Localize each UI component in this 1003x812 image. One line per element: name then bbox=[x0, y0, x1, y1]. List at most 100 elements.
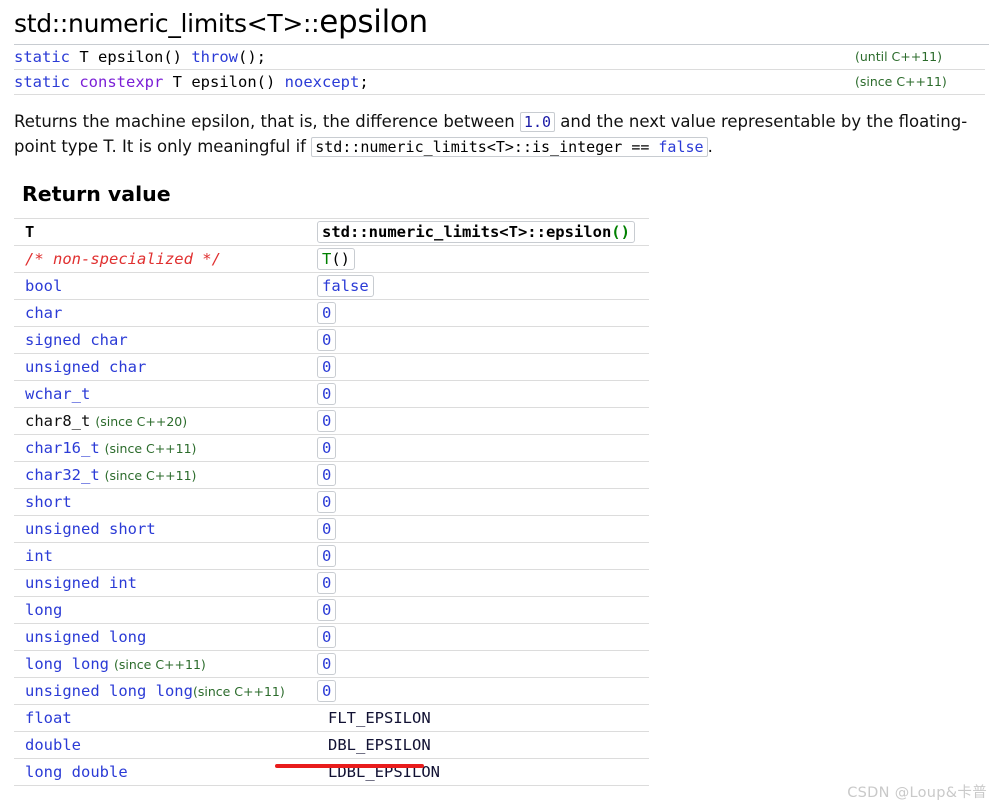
cell-type: unsigned int bbox=[14, 569, 317, 597]
table-row: long long (since C++11) 0 bbox=[14, 650, 649, 678]
type-name: signed char bbox=[25, 331, 128, 350]
declaration-row: static T epsilon() throw(); (until C++11… bbox=[14, 44, 985, 70]
table-row: float FLT_EPSILON bbox=[14, 704, 649, 732]
declaration-row: static constexpr T epsilon() noexcept; (… bbox=[14, 69, 985, 95]
cell-type: long bbox=[14, 596, 317, 624]
type-name: /* non-specialized */ bbox=[25, 250, 221, 269]
cell-value: T() bbox=[317, 245, 649, 273]
type-name: long bbox=[25, 601, 63, 620]
decl1-tok1 bbox=[70, 73, 79, 91]
cell-type: /* non-specialized */ bbox=[14, 245, 317, 273]
description-text-1: Returns the machine epsilon, that is, th… bbox=[14, 111, 520, 131]
return-value-table: T std::numeric_limits<T>::epsilon() /* n… bbox=[14, 218, 649, 786]
cell-type: long long (since C++11) bbox=[14, 650, 317, 678]
decl1-tok3: T epsilon bbox=[163, 72, 257, 91]
cell-value: 0 bbox=[317, 596, 649, 624]
type-name: char bbox=[25, 304, 63, 323]
type-since-annotation: (since C++20) bbox=[95, 414, 188, 430]
decl1-tok6: ; bbox=[359, 72, 369, 91]
table-row: wchar_t 0 bbox=[14, 380, 649, 408]
inline-code-one-point-zero: 1.0 bbox=[519, 111, 556, 132]
page-title-prefix: std::numeric_limits<T>:: bbox=[14, 9, 320, 38]
cell-value: false bbox=[317, 272, 649, 300]
type-name: char32_t bbox=[25, 466, 100, 485]
table-row: unsigned short 0 bbox=[14, 515, 649, 543]
cell-type: double bbox=[14, 731, 317, 759]
value-ctor-parens: () bbox=[331, 250, 351, 269]
declaration-version: (since C++11) bbox=[855, 69, 985, 95]
type-since-annotation: (since C++11) bbox=[114, 657, 206, 673]
value-code-box: false bbox=[317, 275, 374, 298]
cell-value: 0 bbox=[317, 515, 649, 543]
inline-code-equality-op: == bbox=[631, 138, 659, 157]
table-row: signed char 0 bbox=[14, 326, 649, 354]
table-row: /* non-specialized */ T() bbox=[14, 245, 649, 273]
type-name: int bbox=[25, 547, 53, 566]
watermark-label: CSDN @Loup&卡普 bbox=[847, 785, 987, 801]
cell-type: short bbox=[14, 488, 317, 516]
cell-value: 0 bbox=[317, 380, 649, 408]
type-name: long long bbox=[25, 655, 109, 674]
type-name: unsigned long long bbox=[25, 682, 193, 701]
type-since-annotation: (since C++11) bbox=[104, 468, 197, 484]
cell-value: 0 bbox=[317, 407, 649, 435]
declaration-spacer bbox=[385, 69, 855, 95]
table-header-row: T std::numeric_limits<T>::epsilon() bbox=[14, 218, 649, 246]
value-code-box: 0 bbox=[317, 410, 337, 433]
table-row: bool false bbox=[14, 272, 649, 300]
type-name: unsigned int bbox=[25, 574, 137, 593]
return-value-heading: Return value bbox=[22, 181, 171, 206]
cell-type: long double bbox=[14, 758, 317, 786]
type-name: unsigned short bbox=[25, 520, 156, 539]
table-row: long double LDBL_EPSILON bbox=[14, 758, 649, 786]
table-row: char 0 bbox=[14, 299, 649, 327]
value-code-box: 0 bbox=[317, 626, 337, 649]
header-cell-type: T bbox=[14, 218, 317, 246]
value-code-box: 0 bbox=[317, 653, 337, 676]
value-code-box: 0 bbox=[317, 464, 337, 487]
decl0-tok3: throw bbox=[191, 47, 238, 66]
decl0-tok1: T epsilon bbox=[70, 47, 164, 66]
cell-value: 0 bbox=[317, 353, 649, 381]
inline-code-false-literal: false bbox=[658, 138, 704, 157]
cell-type: wchar_t bbox=[14, 380, 317, 408]
type-name: wchar_t bbox=[25, 385, 91, 404]
cell-value: 0 bbox=[317, 677, 649, 705]
value-macro: DBL_EPSILON bbox=[328, 736, 431, 755]
decl1-tok2: constexpr bbox=[79, 72, 164, 91]
value-code-box: 0 bbox=[317, 572, 337, 595]
description-paragraph: Returns the machine epsilon, that is, th… bbox=[14, 109, 989, 160]
table-row: char16_t (since C++11) 0 bbox=[14, 434, 649, 462]
value-code-box: 0 bbox=[317, 437, 337, 460]
table-row: char8_t (since C++20) 0 bbox=[14, 407, 649, 435]
table-row: unsigned long 0 bbox=[14, 623, 649, 651]
table-row: double DBL_EPSILON bbox=[14, 731, 649, 759]
cell-value: 0 bbox=[317, 461, 649, 489]
type-name: unsigned long bbox=[25, 628, 147, 647]
value-code-box: 0 bbox=[317, 329, 337, 352]
type-name: bool bbox=[25, 277, 63, 296]
type-name: unsigned char bbox=[25, 358, 147, 377]
cell-type: float bbox=[14, 704, 317, 732]
value-code-box: 0 bbox=[317, 599, 337, 622]
value-code-box: 0 bbox=[317, 383, 337, 406]
type-since-annotation: (since C++11) bbox=[104, 441, 197, 457]
table-row: int 0 bbox=[14, 542, 649, 570]
inline-code-is-integer: std::numeric_limits<T>::is_integer == fa… bbox=[311, 137, 708, 158]
cell-value: 0 bbox=[317, 488, 649, 516]
value-type-ctor: T bbox=[322, 250, 332, 269]
cell-type: unsigned long bbox=[14, 623, 317, 651]
table-row: long 0 bbox=[14, 596, 649, 624]
type-since-annotation: (since C++11) bbox=[192, 684, 285, 700]
cell-type: unsigned long long(since C++11) bbox=[14, 677, 317, 705]
decl1-tok5: noexcept bbox=[284, 72, 360, 91]
table-row: unsigned char 0 bbox=[14, 353, 649, 381]
header-value-code: std::numeric_limits<T>::epsilon() bbox=[317, 221, 635, 244]
declaration-code: static constexpr T epsilon() noexcept; bbox=[14, 69, 385, 95]
value-code-box: 0 bbox=[317, 302, 337, 325]
type-name: float bbox=[25, 709, 72, 728]
cell-type: char bbox=[14, 299, 317, 327]
cell-value: 0 bbox=[317, 434, 649, 462]
cell-type: char8_t (since C++20) bbox=[14, 407, 317, 435]
header-value-name: std::numeric_limits<T>::epsilon bbox=[322, 223, 612, 242]
